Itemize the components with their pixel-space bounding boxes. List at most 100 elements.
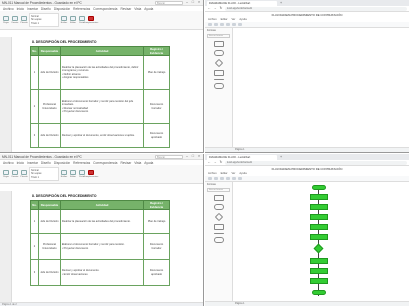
line-icon[interactable] [238, 23, 242, 26]
menu-referencias[interactable]: Referencias [73, 161, 90, 165]
styles-button[interactable]: Estilos [60, 15, 68, 25]
editing-button[interactable]: Editar [69, 169, 77, 179]
ellipse-shape-icon[interactable] [214, 237, 224, 243]
flow-process-shape[interactable] [310, 224, 328, 230]
document-page[interactable]: 8. DESCRIPCIÓN DEL PROCEDIMIENTO No. Res… [18, 194, 188, 302]
back-icon[interactable]: ← [207, 6, 211, 11]
document-page[interactable]: 8. DESCRIPCIÓN DEL PROCEDIMIENTO No. Res… [18, 40, 188, 152]
line-icon[interactable] [238, 177, 242, 180]
menu-diseno[interactable]: Diseño [41, 7, 51, 11]
rectangle-shape-icon[interactable] [214, 41, 224, 47]
page-tab[interactable]: Página 1 [235, 302, 244, 305]
menu-disposicion[interactable]: Disposición [54, 7, 70, 11]
new-tab-icon[interactable]: + [279, 155, 283, 160]
fill-icon[interactable] [232, 23, 236, 26]
menu-inicio[interactable]: Inicio [17, 7, 24, 11]
addins-button[interactable]: Complementos [84, 15, 98, 25]
paragraph-group[interactable]: Párrafo [20, 15, 28, 25]
font-group[interactable]: Fuente [11, 169, 19, 179]
browser-tab[interactable]: DIAGRAMA DE FLUJO - Lucidchart [207, 154, 277, 160]
font-icon[interactable] [220, 23, 224, 26]
menu-editar[interactable]: Editar [221, 172, 228, 176]
menu-ayuda[interactable]: Ayuda [144, 161, 153, 165]
menu-ver[interactable]: Ver [231, 18, 235, 22]
word-search-input[interactable]: Buscar [155, 154, 183, 159]
menu-referencias[interactable]: Referencias [73, 7, 90, 11]
menu-diseno[interactable]: Diseño [41, 161, 51, 165]
new-tab-icon[interactable]: + [279, 1, 283, 6]
forward-icon[interactable]: → [213, 6, 217, 11]
menu-correspondencia[interactable]: Correspondencia [93, 7, 117, 11]
rectangle-shape-icon[interactable] [214, 195, 224, 201]
menu-archivo[interactable]: Archivo [208, 172, 217, 176]
addins-button[interactable]: Complementos [84, 169, 98, 179]
word-search-input[interactable]: Buscar [155, 0, 183, 5]
undo-icon[interactable] [208, 177, 212, 180]
flow-process-shape[interactable] [310, 258, 328, 264]
menu-insertar[interactable]: Insertar [27, 7, 38, 11]
flow-process-shape[interactable] [310, 234, 328, 240]
terminator-shape-icon[interactable] [214, 50, 224, 56]
fill-icon[interactable] [232, 177, 236, 180]
flow-process-shape[interactable] [310, 194, 328, 200]
menu-editar[interactable]: Editar [221, 18, 228, 22]
connector-shape-icon[interactable] [214, 233, 224, 234]
menu-ver[interactable]: Ver [231, 172, 235, 176]
style-heading-1[interactable]: Título 1 [31, 22, 57, 25]
menu-archivo[interactable]: Archivo [208, 18, 217, 22]
menu-insertar[interactable]: Insertar [27, 161, 38, 165]
menu-disposicion[interactable]: Disposición [54, 161, 70, 165]
connector-shape-icon[interactable] [214, 79, 224, 80]
decision-shape-icon[interactable] [214, 58, 224, 68]
menu-vista[interactable]: Vista [134, 161, 141, 165]
close-icon[interactable]: × [197, 0, 201, 5]
redo-icon[interactable] [214, 177, 218, 180]
paste-button[interactable]: Pegar [2, 15, 10, 25]
flow-process-shape[interactable] [310, 214, 328, 220]
close-icon[interactable]: × [197, 154, 201, 159]
back-icon[interactable]: ← [207, 160, 211, 165]
menu-revisar[interactable]: Revisar [120, 161, 131, 165]
table-row[interactable]: 2 Profesional Universitario Elaborar el … [30, 89, 170, 124]
table-row[interactable]: 1 Jefe de División Realizar la planeació… [30, 209, 170, 234]
minimize-icon[interactable]: – [185, 154, 189, 159]
reload-icon[interactable]: ↻ [219, 6, 223, 11]
menu-revisar[interactable]: Revisar [120, 7, 131, 11]
font-group[interactable]: Fuente [11, 15, 19, 25]
styles-gallery[interactable]: Normal Sin espac. Título 1 [29, 13, 59, 27]
paragraph-group[interactable]: Párrafo [20, 169, 28, 179]
menu-inicio[interactable]: Inicio [17, 161, 24, 165]
diagram-canvas[interactable] [235, 28, 409, 147]
flow-start-shape[interactable] [312, 185, 326, 190]
shapes-search-input[interactable]: Buscar formas [207, 34, 230, 38]
minimize-icon[interactable]: – [185, 0, 189, 5]
decision-shape-icon[interactable] [214, 212, 224, 222]
table-row[interactable]: 3 Jefe de División Revisar y aprobar el … [30, 259, 170, 286]
menu-vista[interactable]: Vista [134, 7, 141, 11]
menu-archivo[interactable]: Archivo [3, 161, 14, 165]
browser-tab[interactable]: DIAGRAMA DE FLUJO - Lucidchart [207, 0, 277, 6]
terminator-shape-icon[interactable] [214, 204, 224, 210]
font-icon[interactable] [220, 177, 224, 180]
table-row[interactable]: 3 Jefe de División Revisar y aprobar el … [30, 123, 170, 148]
maximize-icon[interactable]: □ [191, 154, 195, 159]
menu-ayuda[interactable]: Ayuda [239, 18, 246, 22]
redo-icon[interactable] [214, 23, 218, 26]
menu-ayuda[interactable]: Ayuda [144, 7, 153, 11]
address-bar[interactable]: lucid.app/lucidchart/edit [225, 6, 407, 11]
diagram-canvas[interactable] [235, 182, 409, 301]
address-bar[interactable]: lucid.app/lucidchart/edit [225, 160, 407, 165]
shapes-search-input[interactable]: Buscar formas [207, 188, 230, 192]
ellipse-shape-icon[interactable] [214, 83, 224, 89]
bold-icon[interactable] [226, 23, 230, 26]
flow-process-shape[interactable] [310, 278, 328, 284]
process-shape-icon[interactable] [214, 70, 224, 76]
styles-gallery[interactable]: Normal Sin espac. Título 1 [29, 167, 59, 181]
editing-button[interactable]: Editar [69, 15, 77, 25]
menu-archivo[interactable]: Archivo [3, 7, 14, 11]
page-tab[interactable]: Página 1 [235, 148, 244, 151]
styles-button[interactable]: Estilos [60, 169, 68, 179]
flow-decision-shape[interactable] [313, 243, 324, 254]
forward-icon[interactable]: → [213, 160, 217, 165]
flow-end-shape[interactable] [312, 290, 326, 295]
